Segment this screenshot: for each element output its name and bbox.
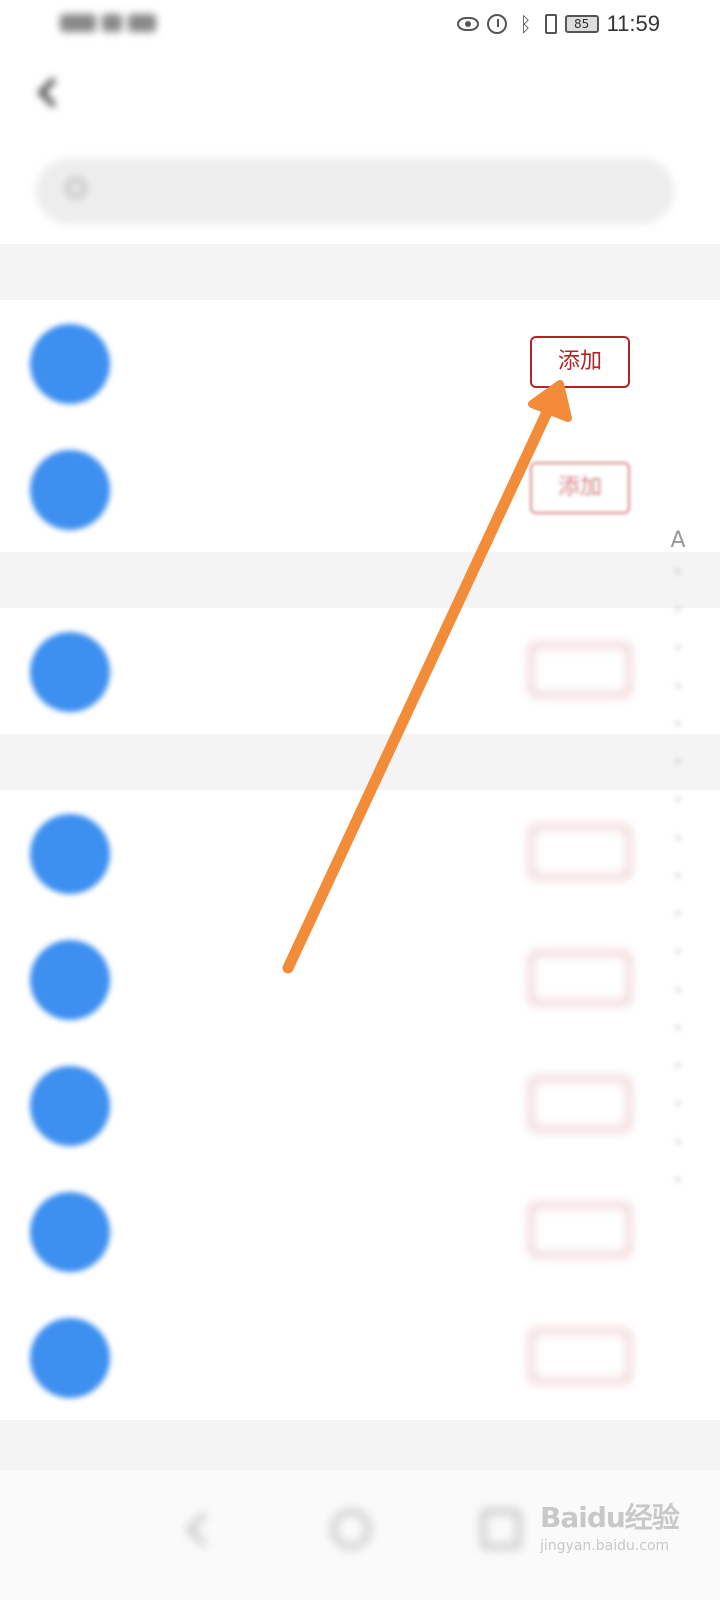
list-item[interactable]: [0, 916, 720, 1040]
baidu-watermark: Baidu经验 jingyan.baidu.com: [540, 1496, 710, 1566]
add-button[interactable]: [530, 952, 630, 1004]
avatar: [30, 632, 110, 712]
add-button[interactable]: 添加: [530, 462, 630, 514]
alarm-icon: [486, 14, 507, 34]
watermark-brand: Baidu经验: [540, 1501, 680, 1534]
page-title: ​: [0, 74, 720, 112]
list-item[interactable]: [0, 790, 720, 914]
battery-icon: 85: [564, 15, 599, 33]
search-icon: [66, 178, 86, 198]
list-item[interactable]: [0, 1042, 720, 1166]
alphabet-index[interactable]: A • • • • • • • • • • • • • • • • •: [666, 528, 690, 1199]
status-icons: ᛒ 85 11:59: [456, 10, 660, 38]
add-button[interactable]: [530, 1330, 630, 1382]
add-button[interactable]: [530, 1078, 630, 1130]
header: ​: [0, 60, 720, 130]
watermark-url: jingyan.baidu.com: [540, 1538, 670, 1554]
avatar: [30, 814, 110, 894]
list-item[interactable]: 添加: [0, 300, 720, 424]
list-item[interactable]: [0, 1168, 720, 1292]
list-item[interactable]: 添加: [0, 426, 720, 550]
signal-indicators: [60, 12, 190, 36]
eye-icon: [456, 17, 479, 31]
list-item[interactable]: [0, 608, 720, 732]
vibrate-icon: [544, 14, 557, 34]
avatar: [30, 324, 110, 404]
section-header: [0, 552, 720, 608]
nav-home-icon[interactable]: [332, 1510, 370, 1548]
section-header: [0, 1420, 720, 1476]
bluetooth-icon: ᛒ: [519, 12, 532, 36]
section-header: [0, 734, 720, 790]
list-item[interactable]: [0, 1294, 720, 1418]
avatar: [30, 1066, 110, 1146]
search-input[interactable]: [36, 158, 674, 224]
status-bar: ᛒ 85 11:59: [0, 0, 720, 50]
avatar: [30, 1192, 110, 1272]
add-button[interactable]: 添加: [530, 336, 630, 388]
avatar: [30, 1318, 110, 1398]
index-letters-blurred[interactable]: • • • • • • • • • • • • • • • • •: [666, 553, 690, 1199]
clock: 11:59: [606, 11, 660, 36]
add-button[interactable]: [530, 1204, 630, 1256]
avatar: [30, 940, 110, 1020]
add-button[interactable]: [530, 644, 630, 696]
nav-recents-icon[interactable]: [482, 1510, 520, 1548]
avatar: [30, 450, 110, 530]
section-header: ​: [0, 244, 720, 300]
nav-back-icon[interactable]: [182, 1510, 220, 1548]
index-letter[interactable]: A: [666, 528, 690, 553]
add-button[interactable]: [530, 826, 630, 878]
